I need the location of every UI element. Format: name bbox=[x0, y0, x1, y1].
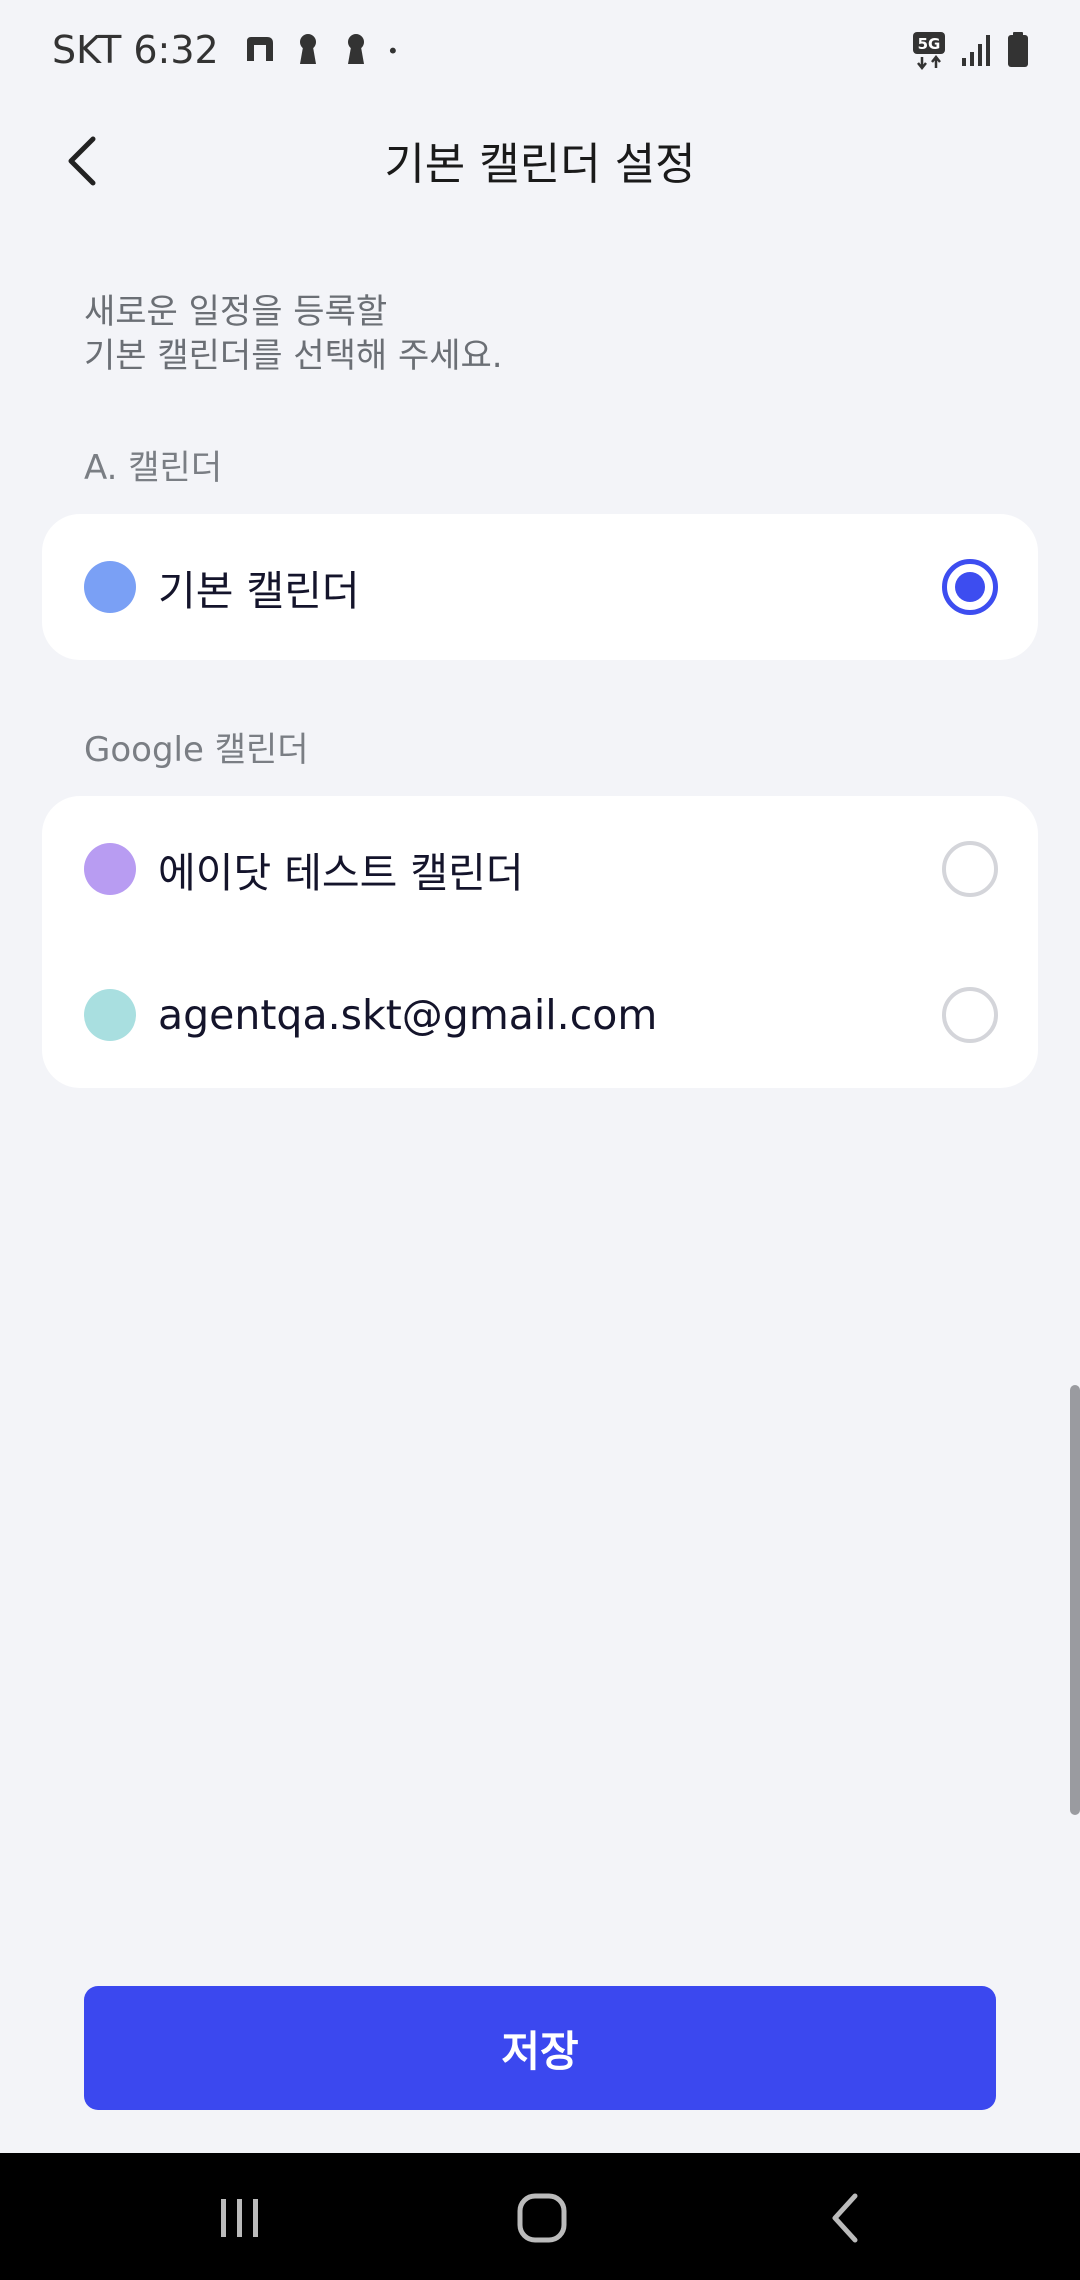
description-line-2: 기본 캘린더를 선택해 주세요. bbox=[84, 336, 503, 376]
nav-back-button[interactable] bbox=[805, 2183, 885, 2253]
keyhole-icon bbox=[347, 34, 364, 64]
scrollbar[interactable] bbox=[1070, 1385, 1080, 1815]
section-label-a-calendar: A. 캘린더 bbox=[84, 448, 223, 488]
battery-icon bbox=[1008, 32, 1028, 67]
calendar-option-label: 에이닷 테스트 캘린더 bbox=[158, 849, 524, 897]
calendar-option-adot-test[interactable]: 에이닷 테스트 캘린더 bbox=[42, 796, 1038, 942]
description-line-1: 새로운 일정을 등록할 bbox=[84, 292, 388, 332]
radio-button-selected[interactable] bbox=[942, 559, 998, 615]
calendar-option-gmail[interactable]: agentqa.skt@gmail.com bbox=[42, 942, 1038, 1088]
save-button[interactable]: 저장 bbox=[84, 1986, 996, 2110]
a-calendar-card: 기본 캘린더 bbox=[42, 514, 1038, 660]
keyhole-icon bbox=[299, 34, 316, 64]
notification-icons bbox=[243, 31, 407, 69]
google-calendar-card: 에이닷 테스트 캘린더 agentqa.skt@gmail.com bbox=[42, 796, 1038, 1088]
signal-icon bbox=[962, 35, 990, 66]
calendar-option-label: agentqa.skt@gmail.com bbox=[158, 991, 658, 1039]
back-icon bbox=[832, 2193, 858, 2243]
system-navigation-bar bbox=[0, 2153, 1080, 2280]
app-header: 기본 캘린더 설정 bbox=[0, 110, 1080, 210]
radio-button[interactable] bbox=[942, 987, 998, 1043]
page-title: 기본 캘린더 설정 bbox=[384, 139, 696, 190]
calendar-option-label: 기본 캘린더 bbox=[158, 567, 360, 615]
status-bar-left: SKT 6:32 bbox=[52, 20, 407, 80]
naver-app-icon bbox=[246, 37, 273, 61]
calendar-color-dot bbox=[84, 843, 136, 895]
home-icon bbox=[517, 2193, 567, 2243]
more-notifications-dot-icon bbox=[389, 47, 396, 54]
status-bar-right: 5G bbox=[912, 28, 1030, 72]
section-label-google-calendar: Google 캘린더 bbox=[84, 730, 309, 770]
calendar-option-default[interactable]: 기본 캘린더 bbox=[42, 514, 1038, 660]
status-bar: SKT 6:32 5G bbox=[0, 0, 1080, 100]
recent-apps-button[interactable] bbox=[200, 2183, 280, 2253]
recent-apps-icon bbox=[221, 2199, 258, 2237]
home-button[interactable] bbox=[502, 2183, 582, 2253]
description-text: 새로운 일정을 등록할 기본 캘린더를 선택해 주세요. bbox=[84, 290, 503, 378]
radio-button[interactable] bbox=[942, 841, 998, 897]
network-5g-icon: 5G bbox=[913, 32, 945, 70]
calendar-color-dot bbox=[84, 561, 136, 613]
calendar-color-dot bbox=[84, 989, 136, 1041]
svg-text:5G: 5G bbox=[918, 35, 941, 53]
carrier-time: SKT 6:32 bbox=[52, 28, 219, 72]
